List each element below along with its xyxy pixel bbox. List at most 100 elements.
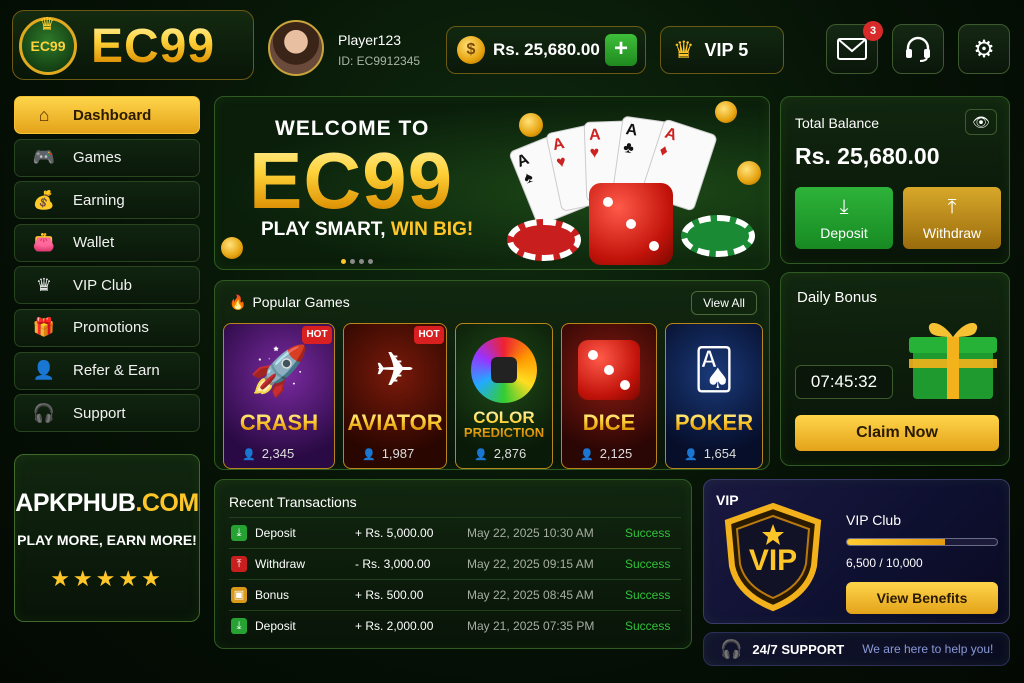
headset-icon: 🎧 — [720, 638, 743, 659]
logo-badge-text: EC99 — [30, 38, 66, 54]
sidebar-item-wallet[interactable]: 👛 Wallet — [14, 223, 200, 262]
tx-status: Success — [625, 588, 671, 602]
deposit-label: Deposit — [820, 224, 868, 241]
vip-progress-fill — [847, 539, 945, 545]
vip-progress-bar — [846, 538, 998, 546]
sidebar-item-label: VIP Club — [73, 276, 132, 294]
home-icon: ⌂ — [38, 104, 50, 125]
vip-corner-label: VIP — [716, 492, 739, 508]
sidebar-item-promotions[interactable]: 🎁 Promotions — [14, 308, 200, 347]
gamepad-icon: 🎮 — [32, 147, 56, 168]
view-all-games-button[interactable]: View All — [691, 291, 757, 315]
sidebar-item-vip-club[interactable]: ♛ VIP Club — [14, 266, 200, 305]
star-rating: ★★★★★ — [50, 566, 164, 591]
eye-icon: 👁 — [972, 114, 990, 130]
games-title-text: Popular Games — [252, 294, 350, 310]
coin-icon: $ — [457, 36, 485, 64]
carousel-dots[interactable] — [341, 251, 377, 269]
mail-button[interactable]: 3 — [826, 21, 883, 74]
table-row[interactable]: ▣ Bonus + Rs. 500.00 May 22, 2025 08:45 … — [229, 579, 681, 610]
popular-games-panel: 🔥 Popular Games View All 🚀 HOT CRASH 👤 2,3… — [214, 280, 770, 470]
game-name: DICE — [562, 410, 656, 436]
game-tile-dice[interactable]: DICE 👤 2,125 — [561, 323, 657, 469]
carousel-dot[interactable] — [350, 259, 355, 264]
deposit-button[interactable]: ⤓ Deposit — [795, 187, 893, 249]
game-player-count: 👤 2,876 — [474, 446, 526, 461]
withdraw-label: Withdraw — [922, 224, 982, 241]
hot-badge: HOT — [414, 326, 444, 344]
game-tile-aviator[interactable]: ✈ HOT AVIATOR 👤 1,987 — [343, 323, 447, 469]
coin-icon — [715, 101, 737, 123]
header-balance-amount: Rs. 25,680.00 — [493, 40, 600, 59]
table-row[interactable]: ⤒ Withdraw - Rs. 3,000.00 May 22, 2025 0… — [229, 548, 681, 579]
game-tile-poker[interactable]: 🂡 POKER 👤 1,654 — [665, 323, 763, 469]
players-value: 2,345 — [261, 446, 295, 461]
carousel-dot[interactable] — [359, 259, 364, 264]
tx-status: Success — [625, 557, 671, 571]
game-name-top: COLOR — [473, 408, 535, 427]
tx-date: May 22, 2025 10:30 AM — [467, 526, 594, 540]
mail-icon — [837, 38, 867, 60]
fire-icon: 🔥 — [229, 294, 247, 310]
tx-amount: + Rs. 500.00 — [355, 588, 424, 602]
vip-club-label: VIP Club — [846, 512, 901, 528]
sidebar-item-support[interactable]: 🎧 Support — [14, 394, 200, 433]
sidebar: ⌂ Dashboard 🎮 Games 💰 Earning 👛 Wallet ♛… — [14, 96, 200, 437]
deposit-icon: ⤓ — [231, 618, 247, 634]
promo-box[interactable]: APKPHUB.COM PLAY MORE, EARN MORE! ★★★★★ — [14, 454, 200, 622]
sidebar-item-games[interactable]: 🎮 Games — [14, 138, 200, 177]
person-icon: 👤 — [242, 449, 256, 461]
headset-icon — [906, 36, 930, 62]
withdraw-button[interactable]: ⤒ Withdraw — [903, 187, 1001, 249]
tx-type: Bonus — [255, 588, 290, 602]
sidebar-item-earning[interactable]: 💰 Earning — [14, 181, 200, 220]
claim-bonus-button[interactable]: Claim Now — [795, 415, 999, 451]
download-icon: ⤓ — [839, 195, 849, 218]
recent-transactions-panel: Recent Transactions ⤓ Deposit + Rs. 5,00… — [214, 479, 692, 649]
view-benefits-button[interactable]: View Benefits — [846, 582, 998, 614]
carousel-dot[interactable] — [341, 259, 346, 264]
support-bar-subtitle: We are here to help you! — [862, 642, 994, 656]
header-balance: $ Rs. 25,680.00 + — [446, 26, 646, 74]
user-profile[interactable]: Player123 ID: EC9912345 — [268, 18, 428, 80]
withdraw-icon: ⤒ — [231, 556, 247, 572]
person-icon: 👤 — [474, 449, 488, 461]
bonus-countdown-timer: 07:45:32 — [795, 365, 893, 399]
person-icon: 👤 — [580, 449, 594, 461]
deposit-icon: ⤓ — [231, 525, 247, 541]
support-button[interactable] — [892, 24, 944, 74]
total-balance-label: Total Balance — [795, 115, 880, 131]
avatar[interactable] — [268, 20, 324, 76]
logo-badge: ♛ EC99 — [19, 14, 77, 75]
gear-icon: ⚙ — [973, 35, 995, 63]
crown-icon: ♛ — [35, 274, 53, 295]
dice-icon — [589, 183, 673, 265]
vip-club-card: VIP VIP VIP Club 6,500 / 10,000 View Ben… — [703, 479, 1010, 624]
toggle-balance-visibility-button[interactable]: 👁 — [965, 109, 997, 135]
table-row[interactable]: ⤓ Deposit + Rs. 2,000.00 May 21, 2025 07… — [229, 610, 681, 641]
dice-icon — [562, 324, 656, 416]
add-funds-button[interactable]: + — [605, 34, 637, 66]
bonus-title: Daily Bonus — [797, 289, 878, 306]
crown-icon: ♛ — [673, 36, 695, 64]
sidebar-item-refer-earn[interactable]: 👤 Refer & Earn — [14, 351, 200, 390]
promo-brand-accent: .COM — [135, 489, 199, 517]
tx-amount: - Rs. 3,000.00 — [355, 557, 431, 571]
logo[interactable]: ♛ EC99 EC99 — [12, 10, 254, 80]
coin-icon — [519, 113, 543, 137]
game-tile-color-prediction[interactable]: COLOR PREDICTION 👤 2,876 — [455, 323, 553, 469]
tx-type: Deposit — [255, 526, 296, 540]
settings-button[interactable]: ⚙ — [958, 24, 1010, 74]
person-icon: 👤 — [362, 449, 376, 461]
tx-amount: + Rs. 5,000.00 — [355, 526, 434, 540]
vip-level-badge[interactable]: ♛ VIP 5 — [660, 26, 784, 74]
welcome-banner[interactable]: WELCOME TO EC99 PLAY SMART, WIN BIG! A ♠ … — [214, 96, 770, 270]
vip-shield-icon: VIP — [724, 502, 822, 612]
sidebar-item-label: Promotions — [73, 319, 149, 337]
carousel-dot[interactable] — [368, 259, 373, 264]
game-tile-crash[interactable]: 🚀 HOT CRASH 👤 2,345 — [223, 323, 335, 469]
support-bar[interactable]: 🎧 24/7 SUPPORT We are here to help you! — [703, 632, 1010, 666]
table-row[interactable]: ⤓ Deposit + Rs. 5,000.00 May 22, 2025 10… — [229, 517, 681, 548]
game-name: COLOR PREDICTION — [456, 410, 552, 440]
sidebar-item-dashboard[interactable]: ⌂ Dashboard — [14, 96, 200, 134]
